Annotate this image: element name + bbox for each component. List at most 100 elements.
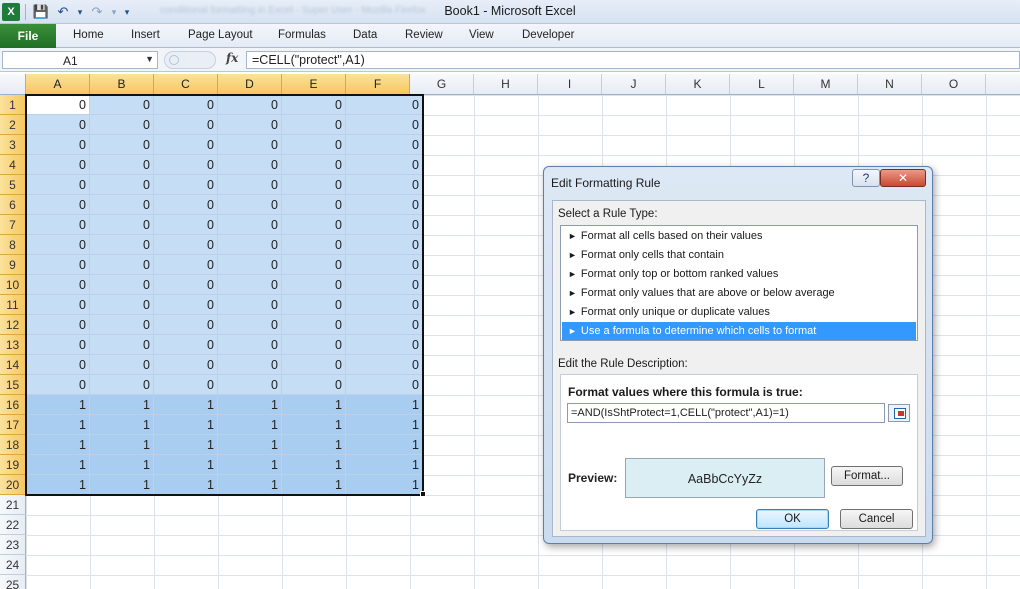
cell-f9[interactable]: 0	[346, 255, 423, 275]
cell-e8[interactable]: 0	[282, 235, 346, 255]
row-header-3[interactable]: 3	[0, 135, 26, 155]
rule-type-item[interactable]: ► Format only values that are above or be…	[562, 284, 916, 302]
cell-f16[interactable]: 1	[346, 395, 423, 415]
cell-f20[interactable]: 1	[346, 475, 423, 495]
column-header-h[interactable]: H	[474, 74, 538, 94]
row-header-19[interactable]: 19	[0, 455, 26, 475]
row-header-2[interactable]: 2	[0, 115, 26, 135]
cell-c17[interactable]: 1	[154, 415, 218, 435]
close-button[interactable]: ✕	[880, 169, 926, 187]
cell-a1[interactable]: 0	[26, 95, 90, 115]
cell-a12[interactable]: 0	[26, 315, 90, 335]
cell-b19[interactable]: 1	[90, 455, 154, 475]
select-all-corner[interactable]	[0, 74, 26, 94]
column-header-b[interactable]: B	[90, 74, 154, 94]
row-header-18[interactable]: 18	[0, 435, 26, 455]
cell-d18[interactable]: 1	[218, 435, 282, 455]
cell-d8[interactable]: 0	[218, 235, 282, 255]
cancel-button[interactable]: Cancel	[840, 509, 913, 529]
cell-b16[interactable]: 1	[90, 395, 154, 415]
column-header-g[interactable]: G	[410, 74, 474, 94]
row-header-6[interactable]: 6	[0, 195, 26, 215]
cell-f4[interactable]: 0	[346, 155, 423, 175]
rule-formula-input[interactable]: =AND(IsShtProtect=1,CELL("protect",A1)=1…	[567, 403, 885, 423]
cell-c11[interactable]: 0	[154, 295, 218, 315]
insert-function-icon[interactable]: fx	[226, 51, 238, 65]
cell-e20[interactable]: 1	[282, 475, 346, 495]
tab-file[interactable]: File	[0, 24, 56, 48]
cell-b11[interactable]: 0	[90, 295, 154, 315]
cell-a7[interactable]: 0	[26, 215, 90, 235]
name-box[interactable]: A1 ▼	[2, 51, 158, 69]
cell-f15[interactable]: 0	[346, 375, 423, 395]
name-box-dropdown-icon[interactable]: ▼	[145, 54, 154, 64]
cell-a16[interactable]: 1	[26, 395, 90, 415]
cell-c20[interactable]: 1	[154, 475, 218, 495]
cell-a20[interactable]: 1	[26, 475, 90, 495]
column-header-a[interactable]: A	[26, 74, 90, 94]
cell-d20[interactable]: 1	[218, 475, 282, 495]
row-header-14[interactable]: 14	[0, 355, 26, 375]
cell-a11[interactable]: 0	[26, 295, 90, 315]
cell-c4[interactable]: 0	[154, 155, 218, 175]
cell-b3[interactable]: 0	[90, 135, 154, 155]
cell-e18[interactable]: 1	[282, 435, 346, 455]
cell-c19[interactable]: 1	[154, 455, 218, 475]
cell-c10[interactable]: 0	[154, 275, 218, 295]
tab-developer[interactable]: Developer	[522, 29, 574, 41]
row-header-22[interactable]: 22	[0, 515, 26, 535]
cell-f8[interactable]: 0	[346, 235, 423, 255]
column-header-i[interactable]: I	[538, 74, 602, 94]
cell-d15[interactable]: 0	[218, 375, 282, 395]
rule-type-item[interactable]: ► Use a formula to determine which cells …	[562, 322, 916, 340]
row-header-15[interactable]: 15	[0, 375, 26, 395]
cell-f1[interactable]: 0	[346, 95, 423, 115]
cell-c8[interactable]: 0	[154, 235, 218, 255]
cell-f6[interactable]: 0	[346, 195, 423, 215]
cell-c2[interactable]: 0	[154, 115, 218, 135]
cell-e2[interactable]: 0	[282, 115, 346, 135]
row-header-10[interactable]: 10	[0, 275, 26, 295]
format-button[interactable]: Format...	[831, 466, 903, 486]
cell-b20[interactable]: 1	[90, 475, 154, 495]
cell-c6[interactable]: 0	[154, 195, 218, 215]
cell-f14[interactable]: 0	[346, 355, 423, 375]
cell-c7[interactable]: 0	[154, 215, 218, 235]
cell-d3[interactable]: 0	[218, 135, 282, 155]
cell-b15[interactable]: 0	[90, 375, 154, 395]
cell-e16[interactable]: 1	[282, 395, 346, 415]
cell-d13[interactable]: 0	[218, 335, 282, 355]
rule-type-item[interactable]: ► Format all cells based on their values	[562, 227, 916, 245]
cell-f7[interactable]: 0	[346, 215, 423, 235]
cell-e1[interactable]: 0	[282, 95, 346, 115]
cell-b9[interactable]: 0	[90, 255, 154, 275]
tab-insert[interactable]: Insert	[131, 29, 160, 41]
row-header-9[interactable]: 9	[0, 255, 26, 275]
column-header-m[interactable]: M	[794, 74, 858, 94]
cell-b10[interactable]: 0	[90, 275, 154, 295]
row-header-8[interactable]: 8	[0, 235, 26, 255]
cell-c14[interactable]: 0	[154, 355, 218, 375]
column-header-l[interactable]: L	[730, 74, 794, 94]
cell-a14[interactable]: 0	[26, 355, 90, 375]
cell-b12[interactable]: 0	[90, 315, 154, 335]
cell-a4[interactable]: 0	[26, 155, 90, 175]
column-header-n[interactable]: N	[858, 74, 922, 94]
cell-f11[interactable]: 0	[346, 295, 423, 315]
cell-a6[interactable]: 0	[26, 195, 90, 215]
cell-d12[interactable]: 0	[218, 315, 282, 335]
column-header-e[interactable]: E	[282, 74, 346, 94]
cell-b18[interactable]: 1	[90, 435, 154, 455]
cell-f2[interactable]: 0	[346, 115, 423, 135]
cell-b1[interactable]: 0	[90, 95, 154, 115]
row-header-16[interactable]: 16	[0, 395, 26, 415]
cell-b5[interactable]: 0	[90, 175, 154, 195]
cell-d16[interactable]: 1	[218, 395, 282, 415]
row-header-13[interactable]: 13	[0, 335, 26, 355]
cell-d17[interactable]: 1	[218, 415, 282, 435]
cell-c18[interactable]: 1	[154, 435, 218, 455]
fill-handle[interactable]	[420, 491, 426, 497]
cell-c5[interactable]: 0	[154, 175, 218, 195]
cell-a5[interactable]: 0	[26, 175, 90, 195]
row-header-23[interactable]: 23	[0, 535, 26, 555]
